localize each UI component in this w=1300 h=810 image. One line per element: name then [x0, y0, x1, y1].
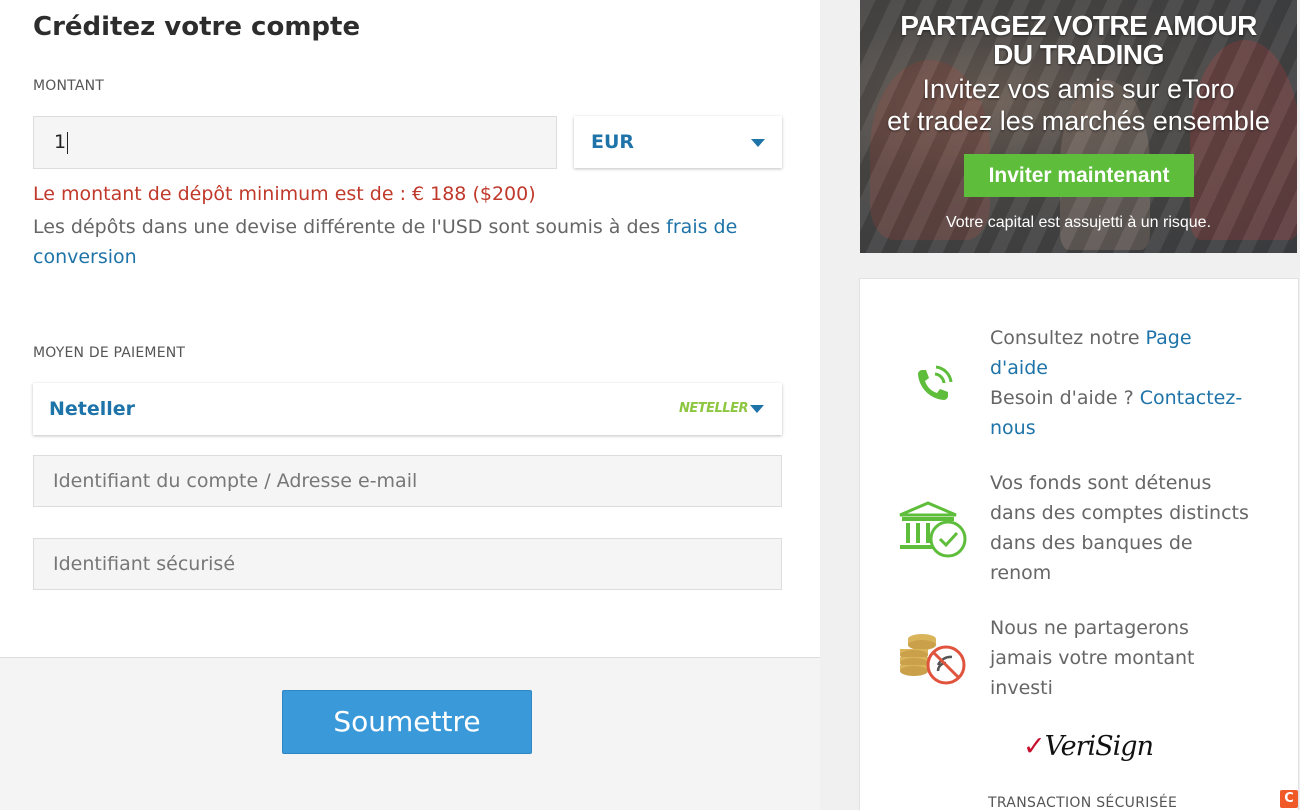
trust-info-card: Consultez notre Page d'aide Besoin d'aid…: [859, 278, 1299, 810]
invite-now-button[interactable]: Inviter maintenant: [964, 154, 1194, 197]
verisign-brand: VeriSign: [1044, 731, 1154, 762]
banner-title-line1: PARTAGEZ VOTRE AMOUR: [900, 10, 1257, 41]
bank-check-icon: [899, 501, 967, 558]
secure-transaction-label: TRANSACTION SÉCURISÉE: [988, 795, 1178, 810]
payment-method-select[interactable]: Neteller NETELLER: [33, 383, 782, 435]
deposit-panel: Créditez votre compte MONTANT 1 EUR Le m…: [0, 0, 820, 810]
phone-icon: [918, 365, 953, 400]
watermark-logo-icon: C: [1280, 790, 1298, 808]
coins-no-share-icon: [900, 634, 966, 685]
banner-subtitle-line2: et tradez les marchés ensemble: [887, 106, 1270, 136]
funds-info: Vos fonds sont détenus dans des comptes …: [990, 472, 1249, 584]
currency-value: EUR: [591, 131, 635, 153]
submit-button[interactable]: Soumettre: [282, 690, 532, 754]
min-deposit-error: Le montant de dépôt minimum est de : € 1…: [33, 183, 536, 205]
help-info: Consultez notre Page d'aide Besoin d'aid…: [990, 323, 1250, 443]
banner-subtitle-line1: Invitez vos amis sur eToro: [922, 74, 1235, 104]
page-title: Créditez votre compte: [33, 12, 361, 42]
help-text: Consultez notre: [990, 327, 1146, 349]
account-id-input[interactable]: Identifiant du compte / Adresse e-mail: [33, 455, 782, 507]
amount-input[interactable]: 1: [33, 116, 557, 169]
payment-label: MOYEN DE PAIEMENT: [33, 345, 186, 361]
verisign-logo: ✓VeriSign: [1023, 731, 1154, 762]
amount-label: MONTANT: [33, 78, 105, 94]
caret-down-icon: [751, 139, 765, 147]
verisign-check-icon: ✓: [1023, 731, 1046, 762]
conversion-info: Les dépôts dans une devise différente de…: [33, 212, 773, 272]
conversion-info-text: Les dépôts dans une devise différente de…: [33, 216, 667, 238]
referral-banner: PARTAGEZ VOTRE AMOUR DU TRADING Invitez …: [860, 0, 1297, 253]
text-cursor: [67, 131, 69, 154]
deposit-form: Créditez votre compte MONTANT 1 EUR Le m…: [0, 0, 820, 658]
payment-method-value: Neteller: [49, 398, 136, 420]
amount-value: 1: [54, 131, 67, 153]
banner-title-line2: DU TRADING: [993, 39, 1164, 70]
contact-text: Besoin d'aide ?: [990, 387, 1140, 409]
caret-down-icon: [750, 405, 764, 413]
secure-id-input[interactable]: Identifiant sécurisé: [33, 538, 782, 590]
neteller-logo: NETELLER: [679, 401, 748, 416]
currency-select[interactable]: EUR: [574, 116, 782, 168]
risk-disclaimer: Votre capital est assujetti à un risque.: [945, 214, 1212, 231]
privacy-info: Nous ne partagerons jamais votre montant…: [990, 617, 1195, 699]
